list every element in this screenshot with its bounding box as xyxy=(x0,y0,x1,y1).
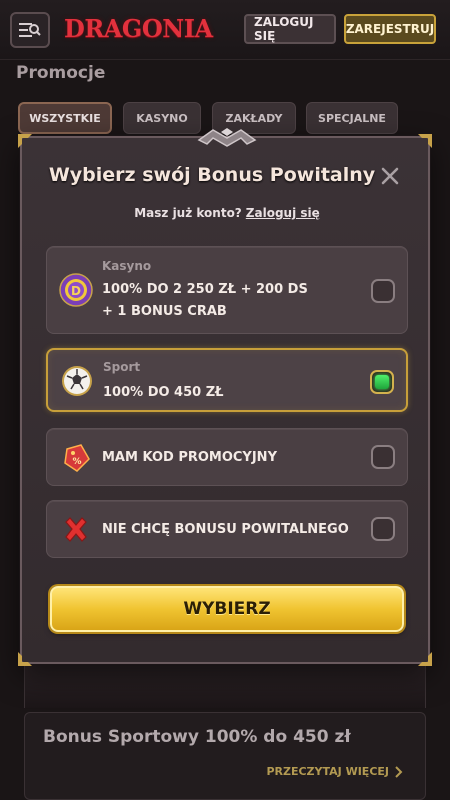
crest-ornament-icon xyxy=(197,128,257,147)
red-x-icon xyxy=(65,517,87,542)
svg-text:D: D xyxy=(71,284,81,298)
read-more-link[interactable]: PRZECZYTAJ WIĘCEJ xyxy=(266,765,403,778)
chevron-right-icon xyxy=(395,765,403,778)
corner-ornament-icon xyxy=(18,134,32,148)
option-radio-selected[interactable] xyxy=(370,370,394,394)
bonus-option-promo-code[interactable]: % MAM KOD PROMOCYJNY xyxy=(46,428,408,486)
close-button[interactable] xyxy=(378,164,402,188)
corner-ornament-icon xyxy=(418,134,432,148)
option-line-1: 100% DO 450 ZŁ xyxy=(103,385,224,400)
logo[interactable]: DRAGONIA xyxy=(64,14,213,46)
login-link[interactable]: Zaloguj się xyxy=(246,206,320,220)
register-button[interactable]: ZAREJESTRUJ xyxy=(344,14,436,44)
option-line-1: 100% DO 2 250 ZŁ + 200 DS xyxy=(102,282,308,297)
option-category: Sport xyxy=(103,360,141,374)
menu-search-icon xyxy=(19,23,41,37)
casino-chip-icon: D xyxy=(59,273,93,307)
option-label: NIE CHCĘ BONUSU POWITALNEGO xyxy=(102,522,349,537)
bonus-option-casino[interactable]: D Kasyno 100% DO 2 250 ZŁ + 200 DS + 1 B… xyxy=(46,246,408,334)
welcome-bonus-modal: Wybierz swój Bonus Powitalny Masz już ko… xyxy=(18,128,432,666)
modal-title: Wybierz swój Bonus Powitalny xyxy=(48,164,376,186)
option-radio[interactable] xyxy=(371,279,395,303)
bonus-option-no-bonus[interactable]: NIE CHCĘ BONUSU POWITALNEGO xyxy=(46,500,408,558)
close-icon xyxy=(381,167,399,185)
choose-button[interactable]: WYBIERZ xyxy=(50,586,404,632)
header: DRAGONIA ZALOGUJ SIĘ ZAREJESTRUJ xyxy=(0,0,450,60)
corner-ornament-icon xyxy=(418,652,432,666)
promo-image xyxy=(24,664,426,708)
login-prompt-text: Masz już konto? xyxy=(134,206,242,220)
football-icon xyxy=(62,366,92,396)
bonus-option-sport[interactable]: Sport 100% DO 450 ZŁ xyxy=(46,348,408,412)
option-label: MAM KOD PROMOCYJNY xyxy=(102,450,277,465)
login-prompt: Masz już konto? Zaloguj się xyxy=(22,206,432,220)
option-category: Kasyno xyxy=(102,259,152,273)
corner-ornament-icon xyxy=(18,652,32,666)
tab-all[interactable]: WSZYSTKIE xyxy=(18,102,112,134)
page-title: Promocje xyxy=(16,63,106,83)
promo-tag-icon: % xyxy=(64,444,90,472)
option-line-2: + 1 BONUS CRAB xyxy=(102,304,227,319)
tab-special[interactable]: SPECJALNE xyxy=(306,102,398,134)
option-radio[interactable] xyxy=(371,517,395,541)
promo-card[interactable]: Bonus Sportowy 100% do 450 zł PRZECZYTAJ… xyxy=(24,712,426,800)
option-radio[interactable] xyxy=(371,445,395,469)
selected-indicator xyxy=(375,375,389,389)
tab-casino[interactable]: KASYNO xyxy=(123,102,201,134)
promo-card-title: Bonus Sportowy 100% do 450 zł xyxy=(43,727,351,747)
menu-button[interactable] xyxy=(10,12,50,48)
read-more-label: PRZECZYTAJ WIĘCEJ xyxy=(266,765,389,778)
login-button[interactable]: ZALOGUJ SIĘ xyxy=(244,14,336,44)
svg-text:%: % xyxy=(72,457,81,467)
